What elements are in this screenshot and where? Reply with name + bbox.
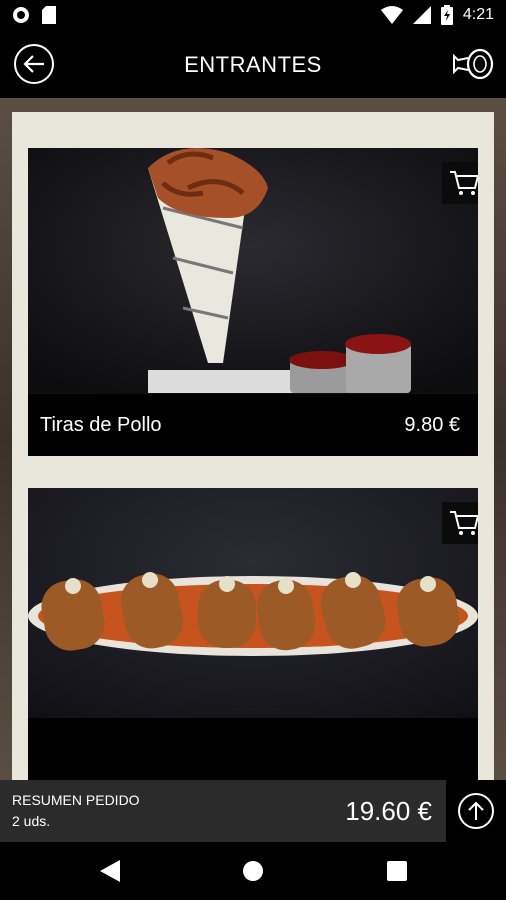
nav-home-icon[interactable] — [242, 860, 264, 882]
wifi-icon — [380, 6, 403, 24]
product-photo — [28, 488, 478, 733]
status-bar: 4:21 — [0, 0, 506, 32]
add-to-cart-button[interactable] — [442, 162, 478, 204]
order-units: 2 uds. — [12, 813, 51, 829]
status-time: 4:21 — [462, 6, 494, 23]
app-bar: ENTRANTES — [0, 32, 506, 98]
system-nav-bar — [0, 842, 506, 900]
add-to-cart-button[interactable] — [442, 502, 478, 544]
ham-leg-icon[interactable] — [452, 46, 494, 82]
circle-status-icon — [13, 7, 29, 23]
product-photo — [28, 148, 478, 393]
nav-recents-icon[interactable] — [387, 861, 407, 881]
shopping-cart-icon — [450, 171, 478, 195]
product-info-bar: Tiras de Pollo 9.80 € — [28, 394, 478, 456]
sd-card-icon — [42, 6, 56, 24]
nav-back-icon[interactable] — [100, 860, 120, 882]
product-name: Tiras de Pollo — [40, 414, 162, 436]
shopping-cart-icon — [450, 511, 478, 535]
product-list[interactable]: Tiras de Pollo 9.80 € — [12, 112, 494, 780]
arrow-up-circle-icon — [458, 793, 494, 829]
product-card[interactable]: Tiras de Pollo 9.80 € — [28, 148, 478, 456]
order-summary-bar[interactable]: RESUMEN PEDIDO 2 uds. 19.60 € — [0, 780, 506, 842]
product-info-bar — [28, 718, 478, 780]
battery-icon — [440, 5, 453, 25]
product-card[interactable] — [28, 488, 478, 780]
product-price: 9.80 € — [404, 414, 460, 436]
order-summary-label: RESUMEN PEDIDO — [12, 792, 140, 808]
signal-icon — [412, 6, 431, 24]
scroll-top-button[interactable] — [446, 780, 506, 842]
page-title: ENTRANTES — [184, 52, 322, 77]
order-total: 19.60 € — [345, 796, 432, 826]
content-area: Tiras de Pollo 9.80 € — [0, 98, 506, 780]
